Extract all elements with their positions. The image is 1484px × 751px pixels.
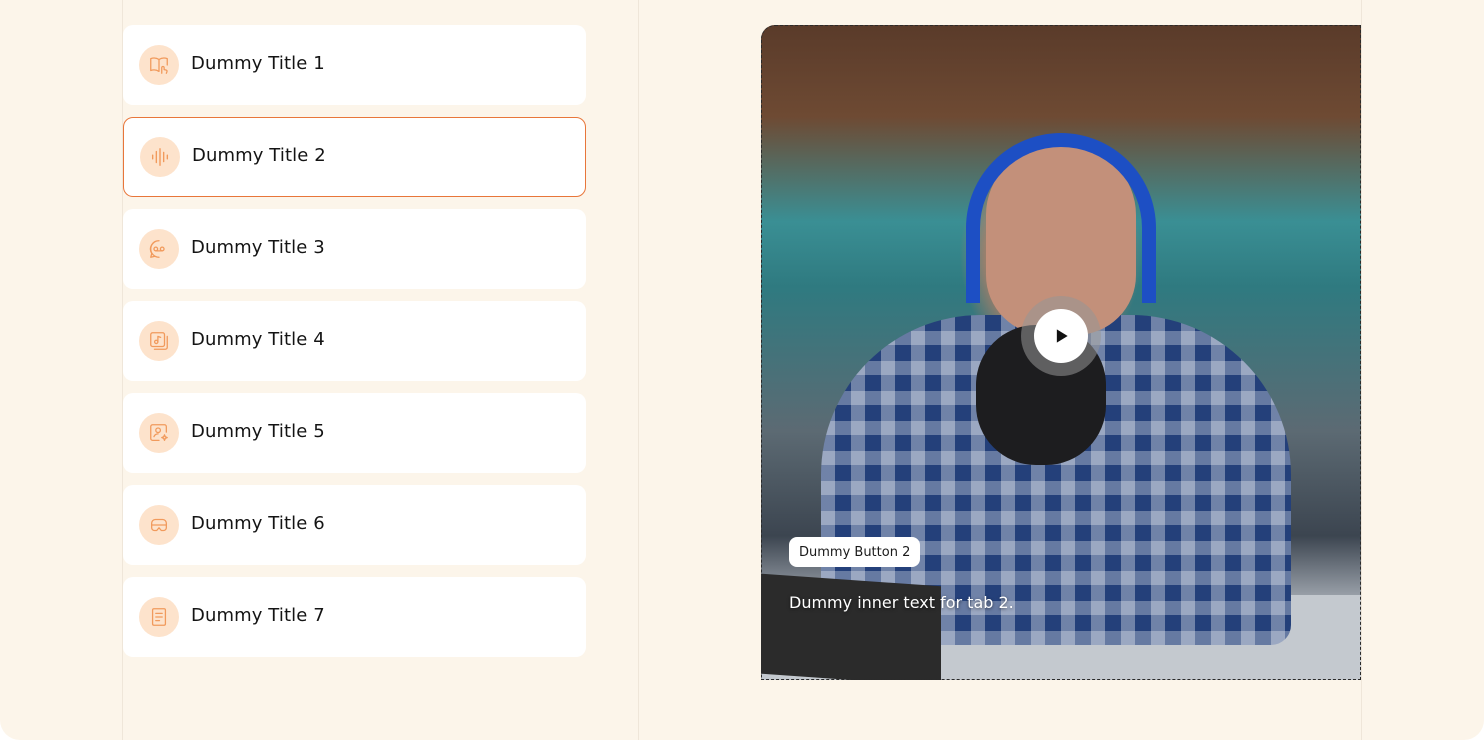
tab-label: Dummy Title 3 bbox=[191, 237, 325, 258]
vr-headset-icon bbox=[139, 505, 179, 545]
tab-label: Dummy Title 5 bbox=[191, 421, 325, 442]
tab-label: Dummy Title 7 bbox=[191, 605, 325, 626]
tab-item-4[interactable]: Dummy Title 4 bbox=[123, 301, 586, 381]
photo-mixer bbox=[761, 573, 941, 680]
play-icon bbox=[1034, 309, 1088, 363]
tab-item-2[interactable]: Dummy Title 2 bbox=[123, 117, 586, 197]
tab-list: Dummy Title 1 Dummy Title 2 Dummy Title … bbox=[123, 25, 586, 669]
media-button[interactable]: Dummy Button 2 bbox=[789, 537, 921, 567]
tab-label: Dummy Title 1 bbox=[191, 53, 325, 74]
tab-item-7[interactable]: Dummy Title 7 bbox=[123, 577, 586, 657]
tab-label: Dummy Title 6 bbox=[191, 513, 325, 534]
tab-item-5[interactable]: Dummy Title 5 bbox=[123, 393, 586, 473]
photo-headphones bbox=[966, 133, 1156, 303]
tab-item-6[interactable]: Dummy Title 6 bbox=[123, 485, 586, 565]
music-album-icon bbox=[139, 321, 179, 361]
page-background: Dummy Title 1 Dummy Title 2 Dummy Title … bbox=[0, 0, 1484, 740]
sound-wave-icon bbox=[140, 137, 180, 177]
column-divider-right bbox=[1361, 0, 1362, 740]
column-divider-middle bbox=[638, 0, 639, 740]
voicemail-chat-icon bbox=[139, 229, 179, 269]
play-button[interactable] bbox=[1021, 296, 1101, 376]
video-preview[interactable]: Dummy Button 2 Dummy inner text for tab … bbox=[761, 25, 1361, 680]
tab-label: Dummy Title 4 bbox=[191, 329, 325, 350]
tab-label: Dummy Title 2 bbox=[192, 145, 326, 166]
media-caption: Dummy inner text for tab 2. bbox=[789, 593, 1014, 612]
book-hand-icon bbox=[139, 45, 179, 85]
tab-item-3[interactable]: Dummy Title 3 bbox=[123, 209, 586, 289]
profile-sparkle-icon bbox=[139, 413, 179, 453]
document-icon bbox=[139, 597, 179, 637]
tab-item-1[interactable]: Dummy Title 1 bbox=[123, 25, 586, 105]
